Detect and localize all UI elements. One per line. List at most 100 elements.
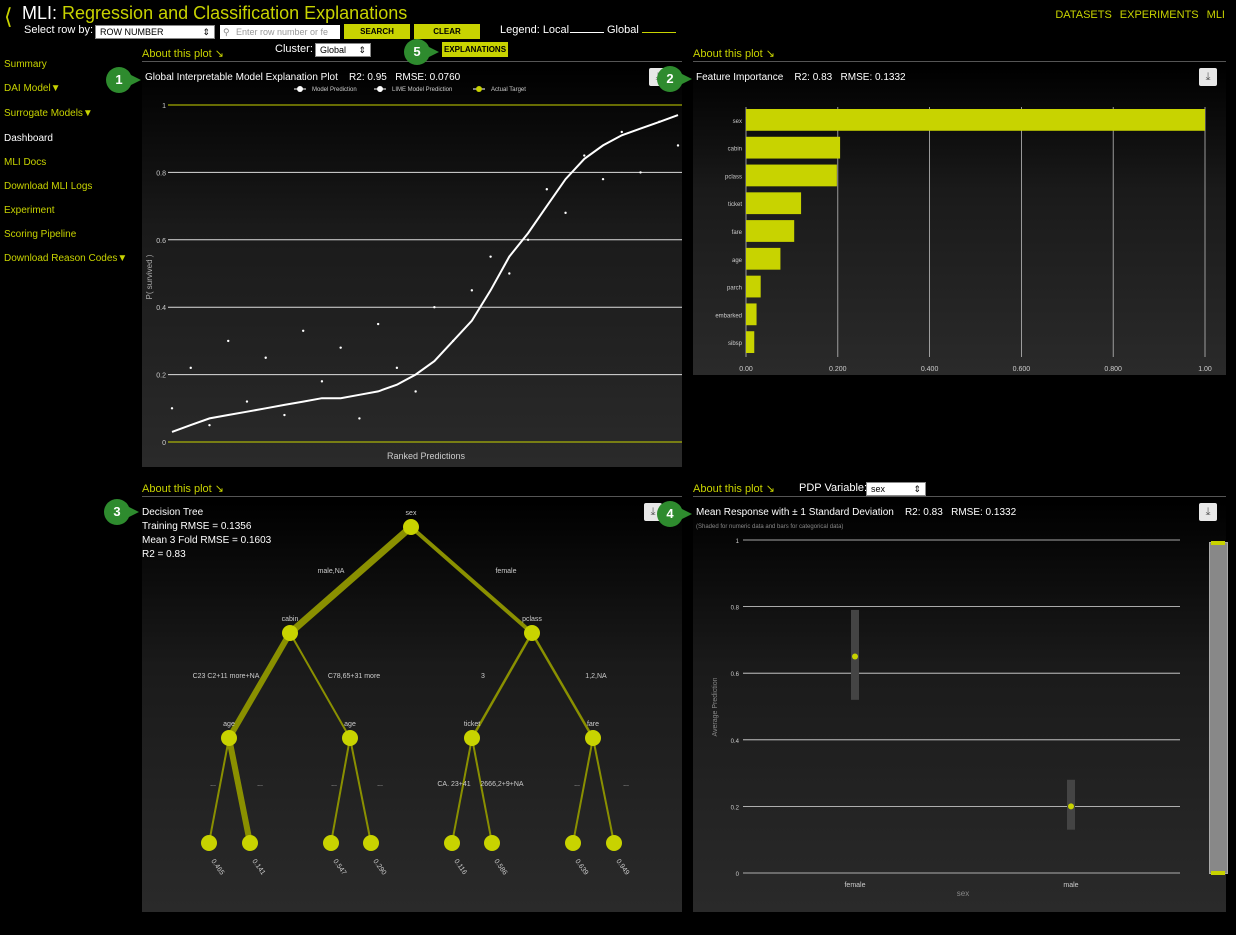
sidebar-item-download-reason-codes[interactable]: Download Reason Codes▼ bbox=[4, 253, 127, 264]
nav-datasets[interactable]: DATASETS bbox=[1055, 9, 1111, 21]
top-nav: DATASETS EXPERIMENTS MLI bbox=[1047, 9, 1225, 21]
feature-label: parch bbox=[727, 286, 742, 292]
y-tick-label: 1 bbox=[736, 539, 740, 545]
tree-label: C23 C2+11 more+NA bbox=[193, 673, 260, 680]
tree-label: 0.586 bbox=[492, 858, 508, 876]
sidebar-item-download-mli-logs[interactable]: Download MLI Logs bbox=[4, 181, 92, 192]
feature-bar bbox=[746, 275, 761, 298]
tree-label: age bbox=[223, 721, 235, 728]
decision-tree-panel: Decision Tree Training RMSE = 0.1356 Mea… bbox=[142, 502, 682, 912]
feature-bar bbox=[746, 220, 795, 242]
range-slider[interactable] bbox=[1209, 541, 1228, 875]
tree-leaf-node bbox=[484, 835, 500, 851]
about-plot-link-2[interactable]: About this plot ↘ bbox=[693, 47, 775, 60]
slider-handle-bottom[interactable] bbox=[1211, 871, 1225, 875]
mean-response-point bbox=[852, 653, 858, 660]
lime-prediction-point bbox=[545, 188, 549, 191]
feature-bar bbox=[746, 136, 841, 159]
tree-label: 0.639 bbox=[573, 858, 589, 876]
feature-importance-chart: 0.00 0.200 0.400 0.600 0.800 1.00 sex cabin pcla… bbox=[715, 107, 1212, 373]
y-tick-label: 0.2 bbox=[731, 805, 740, 811]
explanations-button[interactable]: EXPLANATIONS bbox=[442, 42, 508, 57]
tree-leaf-node bbox=[565, 835, 581, 851]
pdp-panel: Mean Response with ± 1 Standard Deviatio… bbox=[693, 502, 1228, 912]
x-tick-label: 0.400 bbox=[921, 366, 939, 373]
step-badge-3: 3 bbox=[104, 499, 139, 525]
sidebar-item-scoring-pipeline[interactable]: Scoring Pipeline bbox=[4, 229, 76, 240]
feature-label: sibsp bbox=[728, 341, 743, 347]
tree-label: cabin bbox=[282, 616, 299, 623]
divider bbox=[142, 496, 682, 497]
lime-prediction-point bbox=[601, 177, 605, 181]
tree-leaf-node bbox=[363, 835, 379, 851]
feature-label: embarked bbox=[715, 313, 742, 319]
sidebar-item-dai-model[interactable]: DAI Model▼ bbox=[4, 83, 61, 94]
divider bbox=[693, 496, 1226, 497]
feature-bar bbox=[746, 331, 755, 353]
back-chevron-icon[interactable]: ⟨ bbox=[4, 4, 13, 30]
global-explanation-chart: Model Prediction LIME Model Prediction Act… bbox=[145, 86, 682, 461]
lime-prediction-point bbox=[301, 329, 305, 332]
legend-global-line bbox=[642, 32, 676, 33]
nav-experiments[interactable]: EXPERIMENTS bbox=[1120, 9, 1199, 21]
feature-label: age bbox=[732, 258, 743, 264]
tree-leaf-node bbox=[323, 835, 339, 851]
search-placeholder: Enter row number or fe bbox=[236, 27, 329, 37]
y-axis-label: P( survived ) bbox=[145, 254, 154, 299]
tree-label: C78,65+31 more bbox=[328, 673, 380, 680]
nav-mli[interactable]: MLI bbox=[1207, 9, 1225, 21]
sidebar-item-mli-docs[interactable]: MLI Docs bbox=[4, 157, 46, 168]
about-plot-link-4[interactable]: About this plot ↘ bbox=[693, 482, 775, 495]
sidebar-item-surrogate-models[interactable]: Surrogate Models▼ bbox=[4, 108, 93, 119]
sidebar-item-summary[interactable]: Summary bbox=[4, 59, 47, 70]
feature-label: ticket bbox=[728, 202, 742, 208]
x-tick-label: 0.200 bbox=[829, 366, 847, 373]
lime-prediction-point bbox=[320, 380, 324, 383]
select-row-dropdown[interactable]: ROW NUMBER ⇕ bbox=[95, 25, 215, 39]
tree-label: ... bbox=[623, 781, 629, 788]
pdp-variable-label: PDP Variable: bbox=[799, 482, 868, 494]
y-tick-label: 0 bbox=[736, 872, 740, 878]
cluster-label: Cluster: bbox=[275, 43, 313, 55]
y-axis-label: Average Prediction bbox=[712, 677, 719, 736]
y-tick-label: 0.6 bbox=[731, 672, 740, 678]
y-tick-label: 0.4 bbox=[731, 739, 740, 745]
search-button[interactable]: SEARCH bbox=[344, 24, 410, 39]
tree-label: 0.290 bbox=[371, 858, 387, 876]
legend-global-label: Global bbox=[607, 24, 639, 36]
lime-prediction-point bbox=[451, 339, 455, 343]
clear-button[interactable]: CLEAR bbox=[414, 24, 480, 39]
y-tick-label: 0.2 bbox=[156, 373, 166, 380]
pdp-variable-dropdown[interactable]: sex ⇕ bbox=[866, 482, 926, 496]
feature-label: sex bbox=[733, 119, 742, 125]
lime-prediction-point bbox=[339, 346, 342, 349]
about-plot-link-3[interactable]: About this plot ↘ bbox=[142, 482, 224, 495]
sidebar-item-dashboard[interactable]: Dashboard bbox=[4, 133, 53, 144]
lime-prediction-point bbox=[526, 238, 530, 241]
select-row-label: Select row by: bbox=[24, 24, 94, 36]
sidebar-item-experiment[interactable]: Experiment bbox=[4, 205, 55, 216]
tree-leaf-node bbox=[201, 835, 217, 851]
lime-prediction-point bbox=[564, 211, 567, 215]
tree-label: female bbox=[495, 568, 516, 575]
tree-edge bbox=[289, 632, 351, 739]
y-tick-label: 0.4 bbox=[156, 305, 166, 312]
x-axis-label: Ranked Predictions bbox=[387, 451, 466, 461]
lime-prediction-point bbox=[658, 120, 661, 124]
lime-prediction-point bbox=[264, 356, 267, 359]
slider-handle-top[interactable] bbox=[1211, 541, 1225, 545]
tree-edge bbox=[471, 737, 493, 844]
tree-label: 2666,2+9+NA bbox=[480, 781, 524, 788]
select-row-value: ROW NUMBER bbox=[100, 27, 164, 37]
pdp-chart: 0 0.2 0.4 0.6 0.8 1 Average Prediction sex femal… bbox=[712, 539, 1180, 898]
title-prefix: MLI: bbox=[22, 3, 58, 23]
search-icon: ⚲ bbox=[223, 27, 230, 37]
model-prediction-line bbox=[171, 114, 679, 433]
search-input[interactable]: ⚲ Enter row number or fe bbox=[220, 25, 340, 39]
step-badge-5: 5 bbox=[404, 39, 439, 65]
tree-node bbox=[221, 730, 237, 746]
about-plot-link-1[interactable]: About this plot ↘ bbox=[142, 47, 224, 60]
lime-prediction-point bbox=[376, 322, 380, 326]
cluster-dropdown[interactable]: Global ⇕ bbox=[315, 43, 371, 57]
tree-label: 0.116 bbox=[452, 858, 468, 876]
